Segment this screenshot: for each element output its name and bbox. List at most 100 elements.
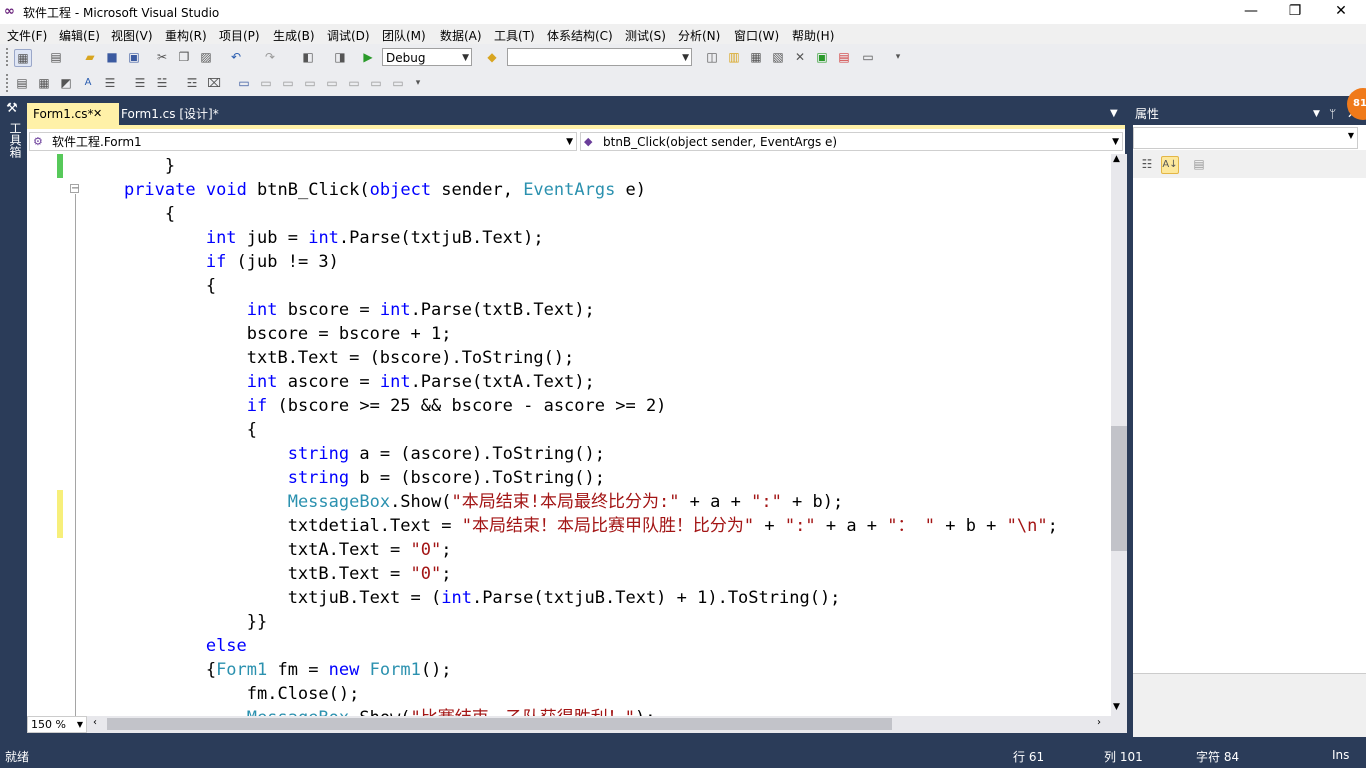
scroll-left-icon[interactable]: ‹ bbox=[93, 717, 97, 728]
menu-window[interactable]: 窗口(W) bbox=[734, 27, 779, 44]
new-project-icon[interactable]: ▦ bbox=[14, 49, 32, 67]
next-bookmark-in-folder-icon[interactable]: ▭ bbox=[324, 75, 340, 91]
code-line[interactable]: if (jub != 3) bbox=[83, 250, 339, 274]
start-debugging-icon[interactable]: ▶ bbox=[360, 49, 376, 65]
bookmark-icon[interactable]: ⌧ bbox=[206, 75, 222, 91]
chevron-down-icon[interactable]: ▼ bbox=[1313, 103, 1320, 125]
horizontal-scroll-thumb[interactable] bbox=[107, 718, 892, 730]
collapse-icon[interactable]: − bbox=[70, 184, 79, 194]
increase-indent-icon[interactable]: ☰ bbox=[132, 75, 148, 91]
save-icon[interactable]: ■ bbox=[104, 49, 120, 65]
undo-icon[interactable]: ↶ bbox=[228, 49, 244, 65]
previous-bookmark-in-folder-icon[interactable]: ▭ bbox=[302, 75, 318, 91]
complete-word-icon[interactable]: A bbox=[80, 75, 96, 91]
cut-icon[interactable]: ✂ bbox=[154, 49, 170, 65]
menu-team[interactable]: 团队(M) bbox=[382, 27, 426, 44]
parameter-info-icon[interactable]: ▦ bbox=[36, 75, 52, 91]
menu-help[interactable]: 帮助(H) bbox=[792, 27, 834, 44]
navigate-forward-icon[interactable]: ◨ bbox=[332, 49, 348, 65]
code-line[interactable]: MessageBox.Show("本局结束!本局最终比分为:" + a + ":… bbox=[83, 490, 844, 514]
code-editor[interactable]: − } private void btnB_Click(object sende… bbox=[27, 154, 1111, 716]
code-line[interactable]: bscore = bscore + 1; bbox=[83, 322, 452, 346]
menu-file[interactable]: 文件(F) bbox=[7, 27, 47, 44]
code-line[interactable]: txtB.Text = (bscore).ToString(); bbox=[83, 346, 575, 370]
quick-info-icon[interactable]: ◩ bbox=[58, 75, 74, 91]
menu-project[interactable]: 项目(P) bbox=[219, 27, 260, 44]
display-object-member-list-icon[interactable]: ▤ bbox=[14, 75, 30, 91]
find-combo[interactable]: ▼ bbox=[507, 48, 692, 66]
toggle-bookmark-icon[interactable]: ▭ bbox=[236, 75, 252, 91]
code-line[interactable]: string b = (bscore).ToString(); bbox=[83, 466, 605, 490]
menu-test[interactable]: 测试(S) bbox=[625, 27, 666, 44]
code-line[interactable]: int ascore = int.Parse(txtA.Text); bbox=[83, 370, 595, 394]
code-line[interactable]: {Form1 fm = new Form1(); bbox=[83, 658, 452, 682]
start-page-icon[interactable]: ▣ bbox=[814, 49, 830, 65]
next-bookmark-in-document-icon[interactable]: ▭ bbox=[368, 75, 384, 91]
close-icon[interactable]: ✕ bbox=[93, 103, 102, 125]
minimize-button[interactable]: — bbox=[1228, 0, 1274, 24]
vertical-scroll-thumb[interactable] bbox=[1111, 426, 1127, 551]
solution-configuration-select[interactable]: Debug ▼ bbox=[382, 48, 472, 66]
code-line[interactable]: private void btnB_Click(object sender, E… bbox=[83, 178, 646, 202]
code-line[interactable]: { bbox=[83, 418, 257, 442]
decrease-indent-icon[interactable]: ☰ bbox=[102, 75, 118, 91]
scroll-down-icon[interactable]: ▼ bbox=[1113, 702, 1120, 712]
navigate-backward-icon[interactable]: ◧ bbox=[300, 49, 316, 65]
toolbar-overflow-icon[interactable]: ▾ bbox=[890, 49, 906, 65]
code-line[interactable]: int bscore = int.Parse(txtB.Text); bbox=[83, 298, 595, 322]
tab-dropdown-icon[interactable]: ▼ bbox=[1110, 108, 1118, 119]
code-line[interactable]: MessageBox.Show("比赛结束，乙队获得胜利！"); bbox=[83, 706, 656, 716]
code-line[interactable]: fm.Close(); bbox=[83, 682, 360, 706]
comment-lines-icon[interactable]: ☱ bbox=[154, 75, 170, 91]
member-selector[interactable]: ◆ btnB_Click(object sender, EventArgs e)… bbox=[580, 132, 1123, 151]
find-in-files-icon[interactable]: ◆ bbox=[484, 49, 500, 65]
menu-edit[interactable]: 编辑(E) bbox=[59, 27, 100, 44]
categorized-icon[interactable]: ☷ bbox=[1139, 156, 1155, 172]
code-line[interactable]: else bbox=[83, 634, 247, 658]
code-line[interactable]: }} bbox=[83, 610, 267, 634]
type-selector[interactable]: ⚙ 软件工程.Form1 ▼ bbox=[29, 132, 577, 151]
menu-data[interactable]: 数据(A) bbox=[440, 27, 482, 44]
menu-architecture[interactable]: 体系结构(C) bbox=[547, 27, 613, 44]
toolbar-grip[interactable] bbox=[6, 48, 11, 66]
copy-icon[interactable]: ❐ bbox=[176, 49, 192, 65]
code-line[interactable]: txtA.Text = "0"; bbox=[83, 538, 452, 562]
tab-form1-cs[interactable]: Form1.cs* ✕ bbox=[27, 103, 119, 125]
zoom-select[interactable]: 150 % ▼ bbox=[27, 716, 87, 733]
pin-icon[interactable]: ᛘ bbox=[1329, 103, 1336, 125]
object-selector[interactable]: ▼ bbox=[1133, 127, 1358, 149]
code-line[interactable]: { bbox=[83, 274, 216, 298]
alphabetical-icon[interactable]: A↓ bbox=[1161, 156, 1179, 174]
toolbar-overflow-icon[interactable]: ▾ bbox=[410, 75, 426, 91]
menu-view[interactable]: 视图(V) bbox=[111, 27, 153, 44]
solution-explorer-icon[interactable]: ◫ bbox=[704, 49, 720, 65]
properties-window-icon[interactable]: ▥ bbox=[726, 49, 742, 65]
paste-icon[interactable]: ▨ bbox=[198, 49, 214, 65]
menu-debug[interactable]: 调试(D) bbox=[327, 27, 370, 44]
code-line[interactable]: txtB.Text = "0"; bbox=[83, 562, 452, 586]
menu-tools[interactable]: 工具(T) bbox=[494, 27, 535, 44]
code-line[interactable]: { bbox=[83, 202, 175, 226]
scroll-right-icon[interactable]: › bbox=[1097, 717, 1101, 728]
code-line[interactable]: int jub = int.Parse(txtjuB.Text); bbox=[83, 226, 544, 250]
save-all-icon[interactable]: ▣ bbox=[126, 49, 142, 65]
toolbox-window-icon[interactable]: ▧ bbox=[770, 49, 786, 65]
property-pages-icon[interactable]: ▤ bbox=[1191, 156, 1207, 172]
extension-manager-icon[interactable]: ▤ bbox=[836, 49, 852, 65]
menu-build[interactable]: 生成(B) bbox=[273, 27, 315, 44]
add-item-icon[interactable]: ▤ bbox=[48, 49, 64, 65]
code-line[interactable]: txtjuB.Text = (int.Parse(txtjuB.Text) + … bbox=[83, 586, 841, 610]
tools-icon[interactable]: ✕ bbox=[792, 49, 808, 65]
restore-button[interactable]: ❐ bbox=[1272, 0, 1318, 24]
code-line[interactable]: } bbox=[83, 154, 175, 178]
scroll-up-icon[interactable]: ▲ bbox=[1113, 154, 1120, 164]
menu-analyze[interactable]: 分析(N) bbox=[678, 27, 720, 44]
toolbox-side-tab[interactable]: ⚒ 工具箱 bbox=[0, 100, 24, 740]
next-bookmark-icon[interactable]: ▭ bbox=[280, 75, 296, 91]
code-line[interactable]: if (bscore >= 25 && bscore - ascore >= 2… bbox=[83, 394, 667, 418]
close-button[interactable]: ✕ bbox=[1318, 0, 1364, 24]
object-browser-icon[interactable]: ▦ bbox=[748, 49, 764, 65]
code-line[interactable]: string a = (ascore).ToString(); bbox=[83, 442, 605, 466]
code-line[interactable]: txtdetial.Text = "本局结束！本局比赛甲队胜！比分为" + ":… bbox=[83, 514, 1058, 538]
other-windows-icon[interactable]: ▭ bbox=[860, 49, 876, 65]
